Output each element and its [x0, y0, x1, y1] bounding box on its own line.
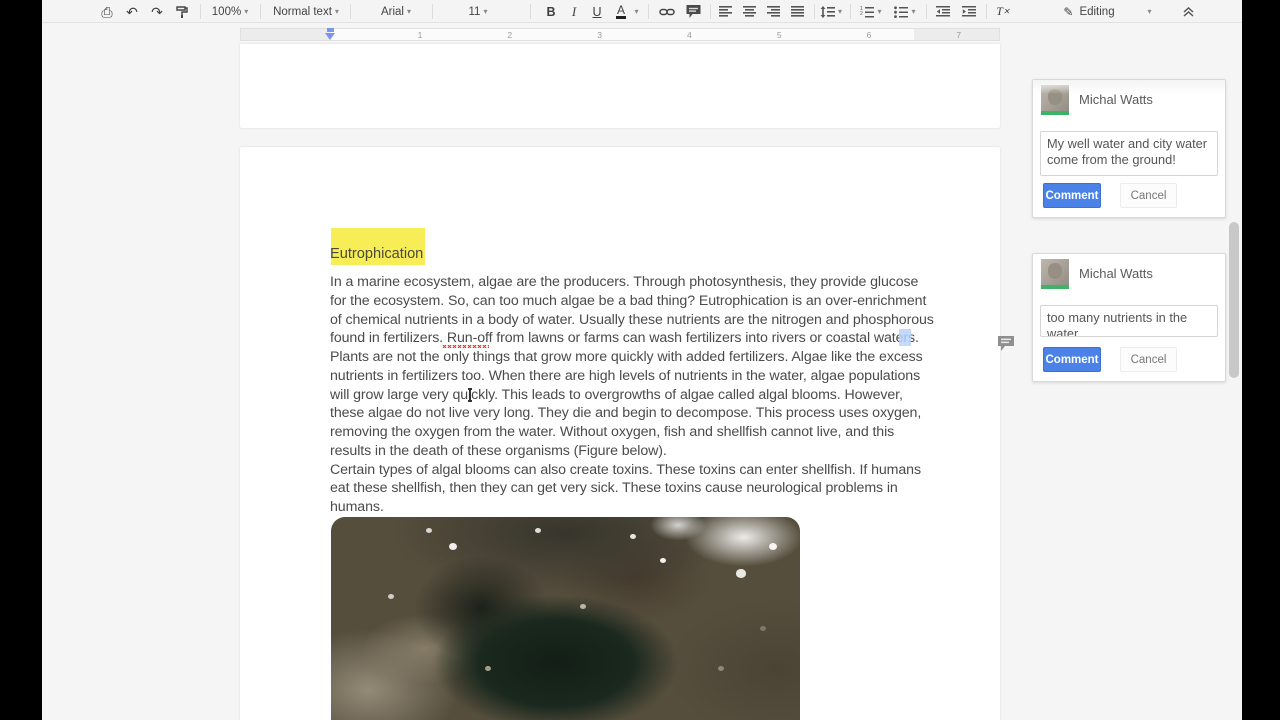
- print-icon[interactable]: ⎙: [97, 2, 117, 21]
- document-canvas: Eutrophication In a marine ecosystem, al…: [42, 46, 1242, 720]
- align-center-icon[interactable]: [739, 2, 759, 21]
- redo-icon[interactable]: ↷: [147, 2, 167, 21]
- doc-body-text: In a marine ecosystem, algae are the pro…: [330, 273, 920, 517]
- doc-text-line: Plants are not the only things that grow…: [330, 348, 920, 367]
- paint-format-icon[interactable]: [172, 2, 192, 21]
- presence-indicator: [1041, 285, 1069, 289]
- text-color-button[interactable]: A: [612, 2, 630, 21]
- mode-select[interactable]: ✎ Editing: [1050, 2, 1128, 21]
- font-size-value: 11: [469, 6, 481, 18]
- ruler-number: 7: [956, 30, 961, 40]
- algal-bloom-image[interactable]: [331, 517, 800, 720]
- comment-cancel-button[interactable]: Cancel: [1120, 183, 1177, 208]
- zoom-value: 100%: [212, 6, 241, 18]
- italic-button[interactable]: I: [565, 2, 583, 21]
- indent-marker[interactable]: [325, 28, 336, 41]
- zoom-select[interactable]: 100%▾: [208, 2, 252, 21]
- doc-heading: Eutrophication: [330, 246, 423, 262]
- comment-submit-button[interactable]: Comment: [1043, 183, 1101, 208]
- scrollbar-thumb[interactable]: [1229, 222, 1239, 378]
- ruler-number: 1: [418, 30, 423, 40]
- avatar: [1041, 259, 1069, 289]
- comment-submit-button[interactable]: Comment: [1043, 347, 1101, 372]
- increase-indent-icon[interactable]: [958, 2, 980, 21]
- ruler-row: 1 2 3 4 5 6 7: [42, 24, 1242, 46]
- font-size-select[interactable]: 11▾: [462, 2, 494, 21]
- collapse-toolbar-icon[interactable]: [1178, 2, 1198, 21]
- doc-text-line: of chemical nutrients in a body of water…: [330, 311, 920, 330]
- clear-formatting-icon[interactable]: T✕: [992, 2, 1014, 21]
- chevron-down-icon: ▾: [335, 7, 339, 16]
- insert-link-icon[interactable]: [656, 2, 678, 21]
- insert-comment-icon[interactable]: [682, 2, 704, 21]
- align-justify-icon[interactable]: [787, 2, 807, 21]
- doc-text-line: for the ecosystem. So, can too much alga…: [330, 292, 920, 311]
- mode-label: Editing: [1079, 6, 1114, 18]
- ruler: 1 2 3 4 5 6 7: [240, 28, 1000, 41]
- comment-author: Michal Watts: [1079, 92, 1153, 107]
- comment-input[interactable]: My well water and city water come from t…: [1040, 131, 1218, 176]
- bulleted-list-icon[interactable]: ▾: [892, 2, 918, 21]
- ruler-number: 5: [777, 30, 782, 40]
- comment-card: Michal Watts too many nutrients in the w…: [1032, 253, 1226, 382]
- ruler-number: 6: [867, 30, 872, 40]
- font-select[interactable]: Arial▾: [372, 2, 420, 21]
- comment-anchor-highlight: [899, 329, 911, 346]
- doc-text-line: humans.: [330, 498, 920, 517]
- doc-text-line: nutrients in fertilizers too. When there…: [330, 367, 920, 386]
- comment-author: Michal Watts: [1079, 266, 1153, 281]
- comment-input[interactable]: too many nutrients in the water: [1040, 305, 1218, 337]
- align-right-icon[interactable]: [763, 2, 783, 21]
- style-value: Normal text: [273, 6, 332, 18]
- chevron-down-icon[interactable]: ▾: [1142, 2, 1154, 21]
- ruler-number: 4: [687, 30, 692, 40]
- margin-comment-icon[interactable]: [996, 335, 1016, 352]
- svg-text:2: 2: [860, 11, 863, 17]
- ruler-number: 2: [507, 30, 512, 40]
- doc-text-line: In a marine ecosystem, algae are the pro…: [330, 273, 920, 292]
- doc-text-line: removing the oxygen from the water. With…: [330, 423, 920, 442]
- doc-text-line: Certain types of algal blooms can also c…: [330, 461, 920, 480]
- app-window: ⎙ ↶ ↷ 100%▾ Normal text▾ Arial▾ 11▾ B I …: [42, 0, 1242, 720]
- line-spacing-icon[interactable]: ▾: [820, 2, 842, 21]
- numbered-list-icon[interactable]: 12 ▾: [858, 2, 884, 21]
- font-value: Arial: [381, 6, 404, 18]
- decrease-indent-icon[interactable]: [932, 2, 954, 21]
- chevron-down-icon: ▾: [483, 7, 487, 16]
- presence-indicator: [1041, 111, 1069, 115]
- document-page-1[interactable]: [240, 44, 1000, 128]
- doc-text-line: found in fertilizers. Run-off from lawns…: [330, 329, 920, 348]
- chevron-down-icon: ▾: [244, 7, 248, 16]
- bold-button[interactable]: B: [542, 2, 560, 21]
- chevron-down-icon: ▾: [407, 7, 411, 16]
- text-cursor: [466, 388, 474, 402]
- ruler-number: 3: [597, 30, 602, 40]
- undo-icon[interactable]: ↶: [122, 2, 142, 21]
- comment-cancel-button[interactable]: Cancel: [1120, 347, 1177, 372]
- paragraph-style-select[interactable]: Normal text▾: [270, 2, 342, 21]
- chevron-down-icon[interactable]: ▾: [630, 2, 640, 21]
- comment-card: Michal Watts My well water and city wate…: [1032, 79, 1226, 218]
- doc-text-line: will grow large very quickly. This leads…: [330, 386, 920, 405]
- doc-text-line: these algae do not live very long. They …: [330, 404, 920, 423]
- spellcheck-squiggle: [442, 345, 489, 348]
- align-left-icon[interactable]: [715, 2, 735, 21]
- underline-button[interactable]: U: [588, 2, 606, 21]
- toolbar: ⎙ ↶ ↷ 100%▾ Normal text▾ Arial▾ 11▾ B I …: [42, 0, 1242, 23]
- doc-text-line: results in the death of these organisms …: [330, 442, 920, 461]
- pencil-icon: ✎: [1063, 6, 1073, 18]
- doc-text-line: eat these shellfish, then they can get v…: [330, 479, 920, 498]
